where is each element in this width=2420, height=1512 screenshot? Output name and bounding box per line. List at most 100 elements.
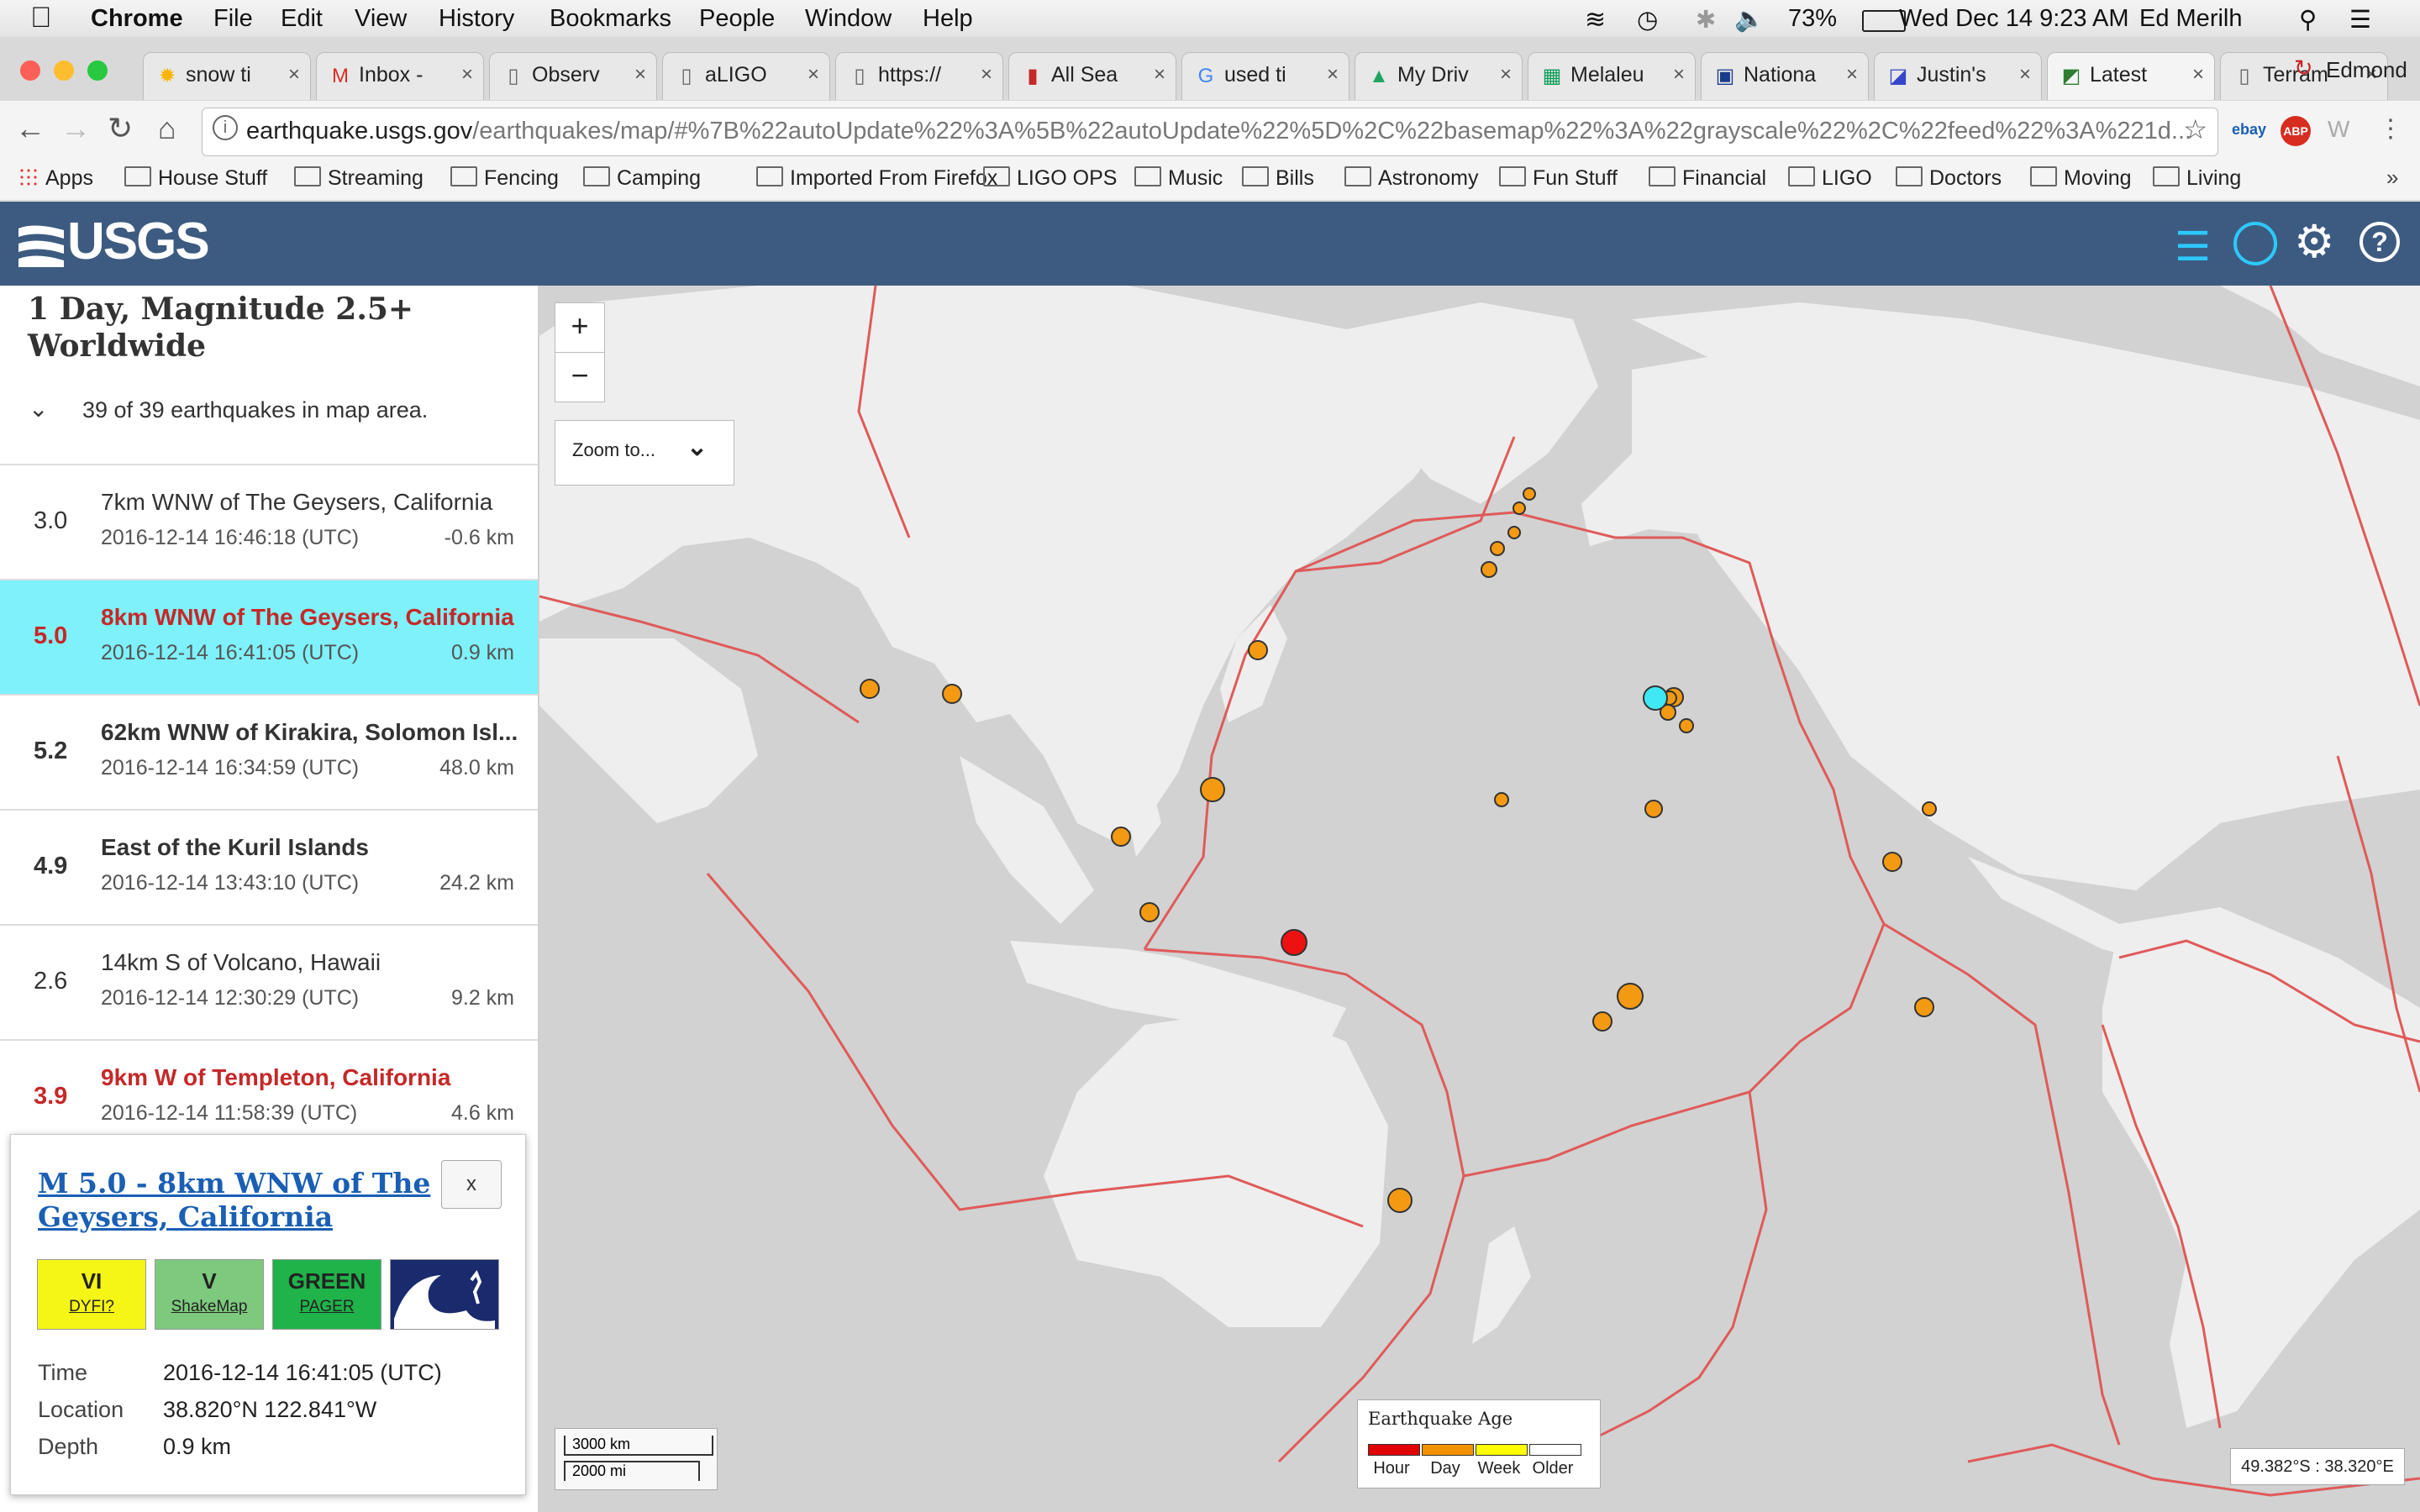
tab-close-icon[interactable]: × (1673, 63, 1685, 87)
tab-close-icon[interactable]: × (808, 63, 819, 87)
earthquake-marker[interactable] (1644, 800, 1663, 818)
tab-close-icon[interactable]: × (981, 63, 992, 87)
bookmarks-overflow-icon[interactable]: » (2386, 165, 2398, 191)
adblock-extension-icon[interactable]: ABP (2281, 116, 2311, 146)
tab-close-icon[interactable]: × (1154, 63, 1165, 87)
chevron-down-icon[interactable]: ⌄ (29, 395, 48, 423)
earthquake-marker[interactable] (1523, 487, 1536, 501)
earthquake-marker[interactable] (1494, 792, 1509, 807)
bookmark-folder[interactable]: Music (1134, 166, 1223, 191)
map-globe-icon[interactable] (2233, 222, 2277, 265)
tab-close-icon[interactable]: × (288, 63, 300, 87)
earthquake-marker[interactable] (1481, 561, 1497, 578)
chrome-menu-icon[interactable]: ⋮ (2378, 114, 2403, 144)
browser-tab[interactable]: ▦ Melaleu × (1528, 52, 1696, 100)
earthquake-marker[interactable] (1882, 852, 1902, 872)
pager-badge[interactable]: GREEN PAGER (272, 1259, 381, 1330)
address-url[interactable]: earthquake.usgs.gov/earthquakes/map/#%7B… (246, 118, 2196, 145)
list-view-icon[interactable]: ☰ (2175, 223, 2211, 270)
earthquake-marker[interactable] (1679, 718, 1694, 733)
tab-close-icon[interactable]: × (634, 63, 646, 87)
earthquake-marker[interactable] (1281, 929, 1307, 956)
menubar-clock[interactable]: Wed Dec 14 9:23 AM (1899, 5, 2129, 33)
tab-close-icon[interactable]: × (1846, 63, 1858, 87)
wifi-icon[interactable]: ≋ (1585, 5, 1606, 34)
shakemap-badge[interactable]: V ShakeMap (155, 1259, 264, 1330)
notification-center-icon[interactable]: ☰ (2349, 5, 2371, 34)
tab-close-icon[interactable]: × (1500, 63, 1512, 87)
browser-tab[interactable]: ▣ Nationa × (1701, 52, 1869, 100)
menu-window[interactable]: Window (805, 5, 892, 33)
reload-button[interactable]: ↻ (108, 111, 133, 146)
tab-close-icon[interactable]: × (461, 63, 473, 87)
bookmark-folder[interactable]: Streaming (294, 166, 424, 191)
earthquake-count[interactable]: 39 of 39 earthquakes in map area. (82, 397, 428, 423)
earthquake-marker[interactable] (1914, 997, 1934, 1017)
browser-tab[interactable]: ◩ Latest × (2047, 52, 2215, 100)
earthquake-marker[interactable] (1507, 526, 1521, 539)
bookmark-folder[interactable]: Fun Stuff (1499, 166, 1618, 191)
menu-bookmarks[interactable]: Bookmarks (550, 5, 671, 33)
help-icon[interactable]: ? (2360, 222, 2400, 262)
earthquake-marker[interactable] (1111, 827, 1131, 847)
address-bar[interactable]: i earthquake.usgs.gov/earthquakes/map/#%… (202, 108, 2218, 156)
bookmark-folder[interactable]: Astronomy (1344, 166, 1478, 191)
window-close-button[interactable] (20, 60, 40, 81)
tsunami-badge[interactable] (390, 1259, 499, 1330)
bookmark-folder[interactable]: LIGO OPS (983, 166, 1117, 191)
extension-w-icon[interactable]: W (2328, 116, 2349, 143)
earthquake-marker[interactable] (1248, 640, 1268, 660)
earthquake-marker[interactable] (1490, 541, 1505, 556)
browser-tab[interactable]: ▯ Observ × (489, 52, 657, 100)
info-icon[interactable]: i (213, 115, 238, 140)
usgs-logo[interactable]: USGS (67, 212, 210, 271)
time-machine-icon[interactable]: ◷ (1637, 5, 1658, 34)
apple-icon[interactable]:  (30, 2, 52, 34)
earthquake-marker[interactable] (942, 684, 962, 704)
dyfi-badge[interactable]: VI DYFI? (37, 1259, 146, 1330)
bookmark-folder[interactable]: Bills (1242, 166, 1314, 191)
menu-help[interactable]: Help (923, 5, 973, 33)
bookmark-folder[interactable]: Living (2153, 166, 2241, 191)
back-button[interactable]: ← (15, 111, 45, 146)
menubar-user[interactable]: Ed Merilh (2139, 5, 2243, 33)
earthquake-marker[interactable] (1617, 983, 1644, 1010)
bookmark-folder[interactable]: Moving (2030, 166, 2132, 191)
settings-gear-icon[interactable]: ⚙ (2294, 215, 2334, 268)
earthquake-marker[interactable] (860, 679, 880, 699)
bookmark-star-icon[interactable]: ☆ (2183, 113, 2207, 145)
zoom-in-button[interactable]: + (555, 302, 605, 353)
bookmark-folder[interactable]: House Stuff (124, 166, 267, 191)
menu-file[interactable]: File (213, 5, 253, 33)
bookmark-folder[interactable]: LIGO (1788, 166, 1872, 191)
earthquake-list-item[interactable]: 2.6 14km S of Volcano, Hawaii 2016-12-14 1… (0, 924, 538, 1041)
zoom-to-select[interactable]: Zoom to... ⌄ (555, 420, 734, 486)
home-button[interactable]: ⌂ (158, 111, 176, 146)
bookmark-apps[interactable]: Apps (18, 166, 93, 191)
window-zoom-button[interactable] (87, 60, 108, 81)
spotlight-icon[interactable]: ⚲ (2299, 5, 2317, 34)
earthquake-marker[interactable] (1200, 777, 1225, 802)
bluetooth-icon[interactable]: ✱ (1696, 5, 1716, 34)
menu-people[interactable]: People (699, 5, 775, 33)
window-minimize-button[interactable] (54, 60, 74, 81)
earthquake-list-item[interactable]: 5.2 62km WNW of Kirakira, Solomon Isl... 2… (0, 694, 538, 811)
popup-close-button[interactable]: x (441, 1160, 502, 1209)
tab-close-icon[interactable]: × (2019, 63, 2031, 87)
browser-tab[interactable]: ✹ snow ti × (143, 52, 311, 100)
volume-icon[interactable]: 🔈 (1734, 5, 1765, 34)
browser-tab[interactable]: M Inbox - × (316, 52, 484, 100)
earthquake-list-item[interactable]: 3.0 7km WNW of The Geysers, California 201… (0, 464, 538, 580)
earthquake-marker[interactable] (1922, 801, 1937, 816)
browser-tab[interactable]: Gused ti × (1181, 52, 1349, 100)
menu-app-name[interactable]: Chrome (91, 5, 183, 33)
forward-button[interactable]: → (60, 111, 91, 146)
profile-icon[interactable]: ↻ (2294, 55, 2313, 81)
menu-history[interactable]: History (439, 5, 514, 33)
bookmark-folder[interactable]: Imported From Firefox (756, 166, 997, 191)
battery-percent[interactable]: 73% (1788, 5, 1837, 33)
earthquake-marker[interactable] (1643, 685, 1668, 711)
zoom-out-button[interactable]: − (555, 352, 605, 402)
earthquake-marker[interactable] (1592, 1011, 1612, 1032)
menu-edit[interactable]: Edit (281, 5, 323, 33)
